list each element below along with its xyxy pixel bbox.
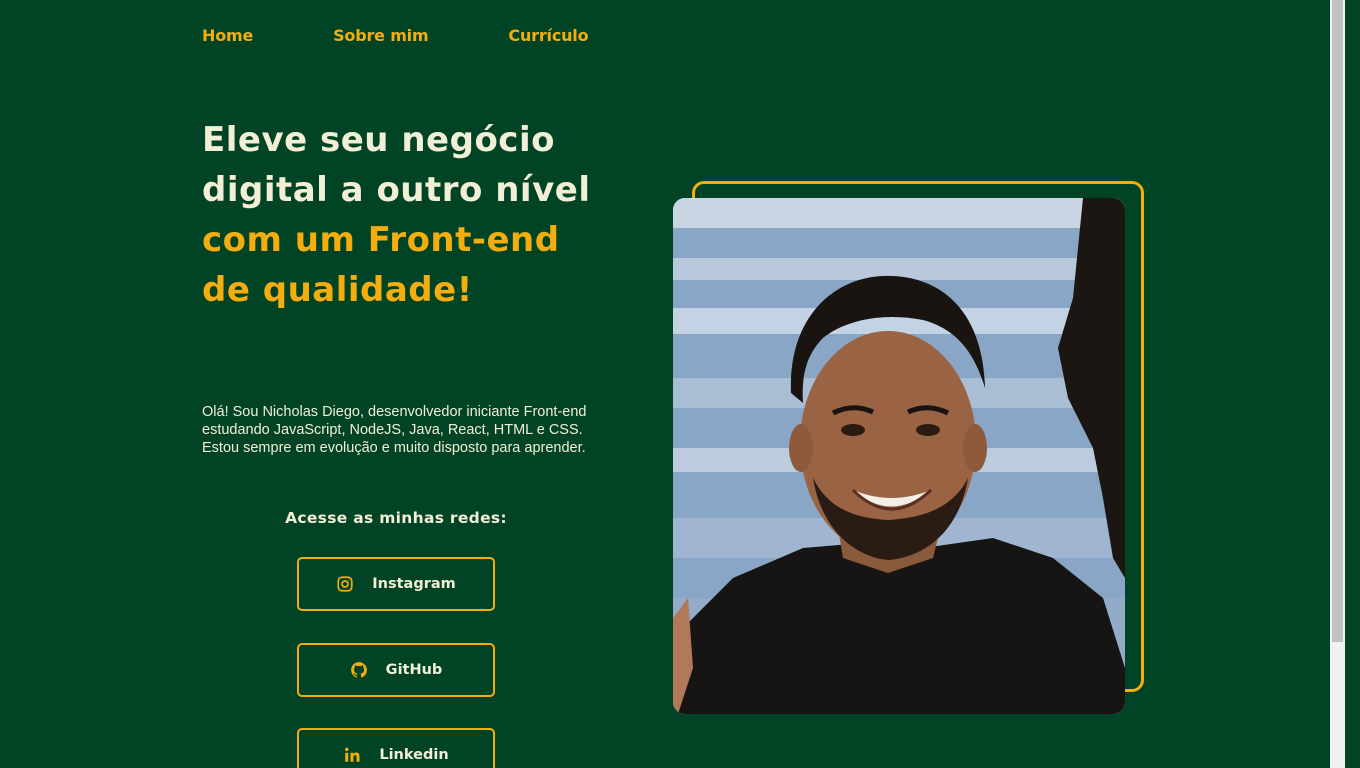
nav-home-link[interactable]: Home <box>202 26 253 45</box>
linkedin-label: Linkedin <box>379 747 449 763</box>
social-title: Acesse as minhas redes: <box>285 509 507 527</box>
scrollbar-thumb[interactable] <box>1332 0 1343 642</box>
instagram-button[interactable]: Instagram <box>297 557 495 611</box>
intro-paragraph: Olá! Sou Nicholas Diego, desenvolvedor i… <box>202 404 587 456</box>
headline-plain: Eleve seu negócio digital a outro nível <box>202 120 591 210</box>
headline-accent: com um Front-end de qualidade! <box>202 220 560 310</box>
github-icon <box>350 661 368 679</box>
github-button[interactable]: GitHub <box>297 643 495 697</box>
page-scrollbar[interactable] <box>1330 0 1345 768</box>
page: Home Sobre mim Currículo Eleve seu negóc… <box>0 0 1345 768</box>
hero-headline: Eleve seu negócio digital a outro nível … <box>202 115 612 315</box>
linkedin-button[interactable]: Linkedin <box>297 728 495 768</box>
instagram-icon <box>336 575 354 593</box>
nav-about-link[interactable]: Sobre mim <box>333 26 429 45</box>
profile-photo <box>673 198 1125 714</box>
github-label: GitHub <box>385 662 443 678</box>
top-nav: Home Sobre mim Currículo <box>202 26 668 45</box>
nav-resume-link[interactable]: Currículo <box>508 26 588 45</box>
instagram-label: Instagram <box>372 576 456 592</box>
linkedin-icon <box>343 746 361 764</box>
